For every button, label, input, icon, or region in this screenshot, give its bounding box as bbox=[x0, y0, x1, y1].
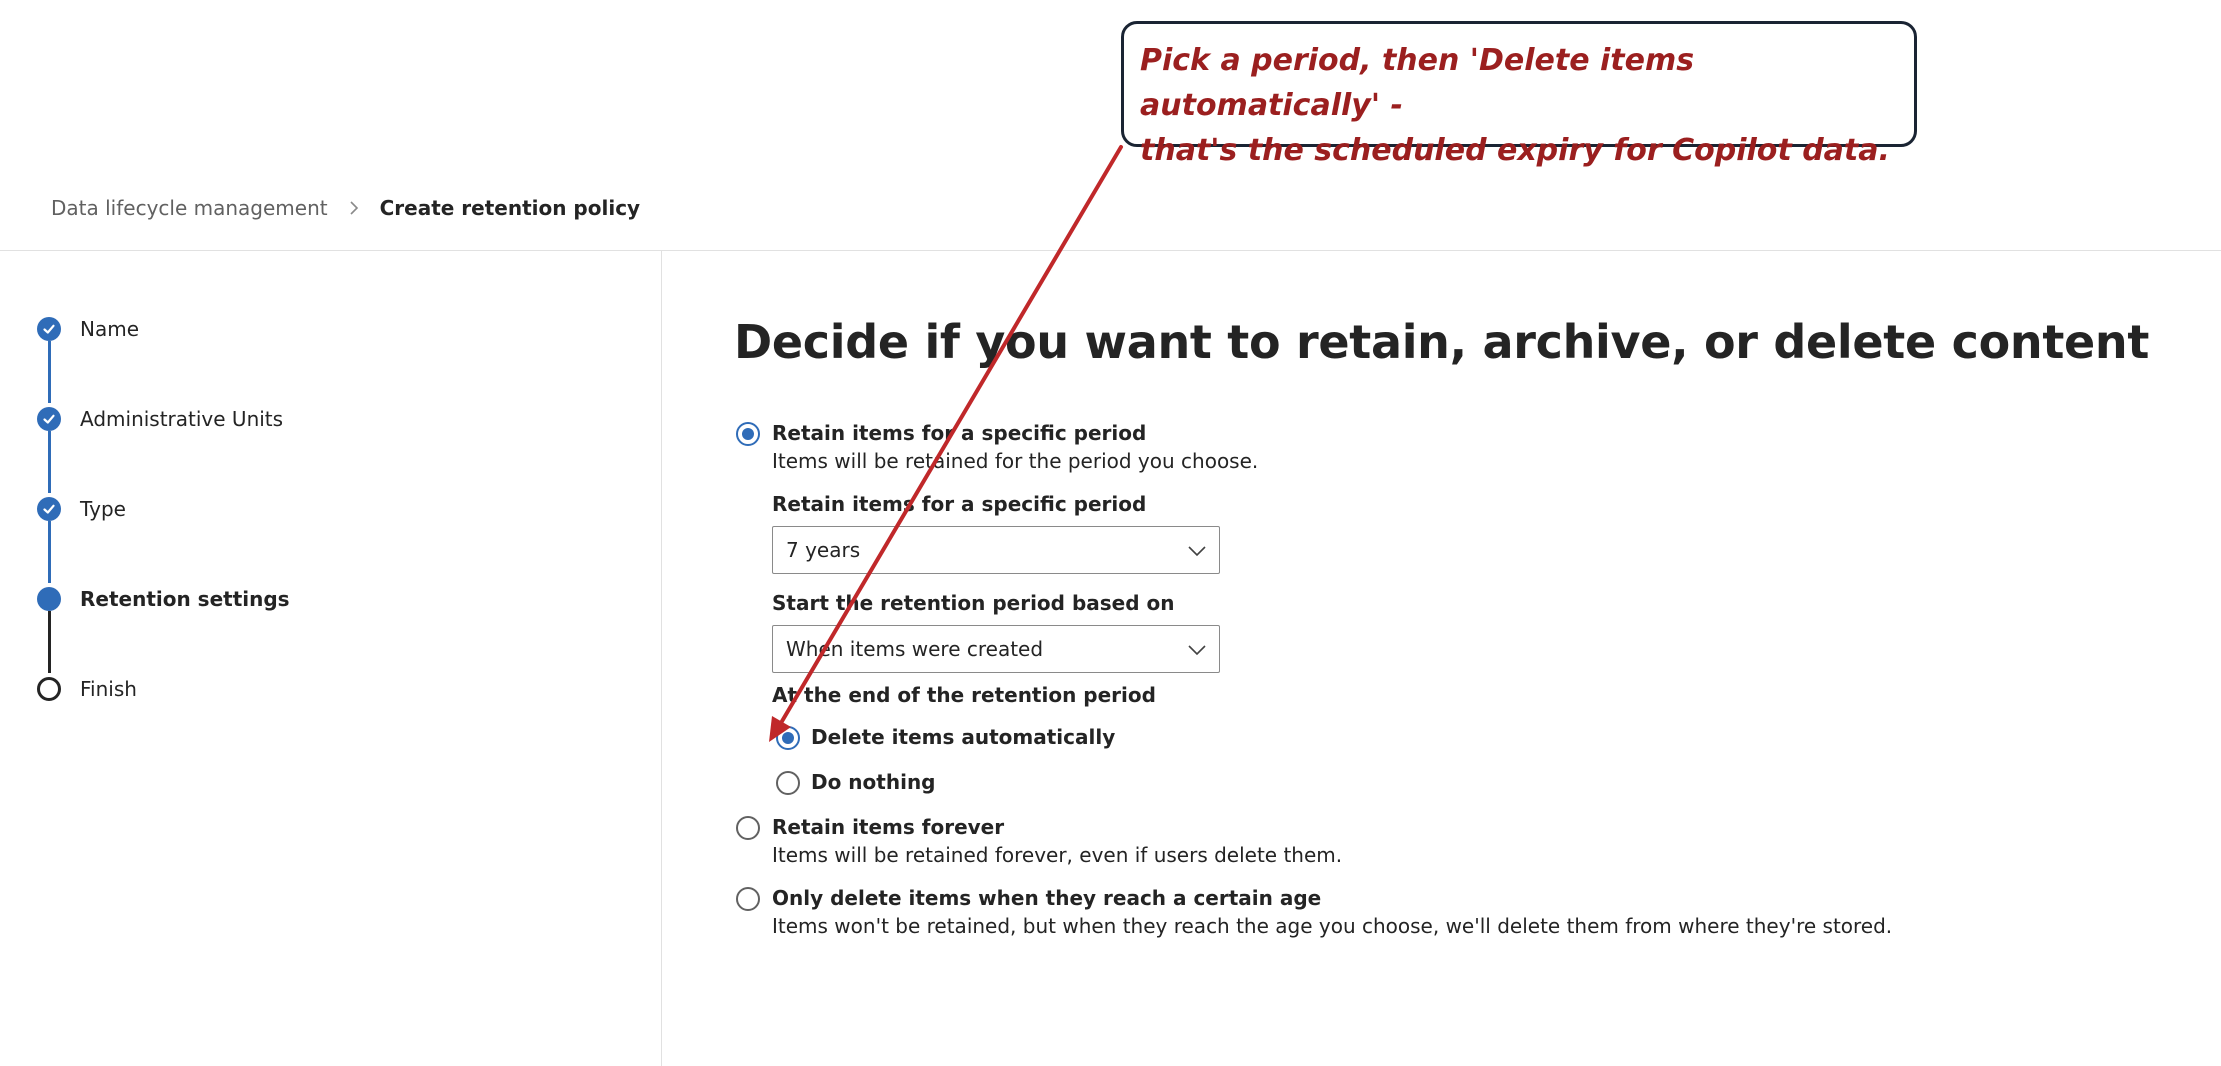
start-period-field-label: Start the retention period based on bbox=[772, 591, 1175, 615]
breadcrumb-current: Create retention policy bbox=[379, 196, 641, 220]
retain-forever-label[interactable]: Retain items forever bbox=[772, 814, 1004, 840]
delete-only-label[interactable]: Only delete items when they reach a cert… bbox=[772, 885, 1321, 911]
do-nothing-radio[interactable] bbox=[776, 771, 800, 795]
breadcrumb-parent-link[interactable]: Data lifecycle management bbox=[51, 196, 328, 220]
chevron-down-icon bbox=[1188, 645, 1206, 656]
step-completed-check-icon bbox=[37, 407, 61, 431]
step-connector bbox=[48, 341, 51, 403]
chevron-down-icon bbox=[1188, 546, 1206, 557]
annotation-line-2: that's the scheduled expiry for Copilot … bbox=[1140, 133, 1890, 168]
delete-only-radio[interactable] bbox=[736, 887, 760, 911]
header-divider bbox=[0, 250, 2221, 251]
retain-forever-radio[interactable] bbox=[736, 816, 760, 840]
retention-period-dropdown[interactable]: 7 years bbox=[772, 526, 1220, 574]
sidebar-divider bbox=[661, 251, 662, 1066]
retention-period-value: 7 years bbox=[786, 538, 861, 562]
step-connector bbox=[48, 521, 51, 583]
step-type[interactable]: Type bbox=[80, 496, 126, 522]
step-connector bbox=[48, 611, 51, 673]
step-retention-settings: Retention settings bbox=[80, 587, 290, 611]
do-nothing-label[interactable]: Do nothing bbox=[811, 769, 936, 795]
annotation-line-1: Pick a period, then 'Delete items automa… bbox=[1140, 43, 1695, 123]
start-period-dropdown[interactable]: When items were created bbox=[772, 625, 1220, 673]
end-of-period-label: At the end of the retention period bbox=[772, 683, 1156, 707]
step-pending-circle-icon bbox=[37, 677, 61, 701]
step-completed-check-icon bbox=[37, 317, 61, 341]
chevron-right-icon bbox=[348, 199, 360, 217]
step-finish: Finish bbox=[80, 677, 137, 701]
step-name[interactable]: Name bbox=[80, 316, 139, 342]
step-current-dot-icon bbox=[37, 587, 61, 611]
step-completed-check-icon bbox=[37, 497, 61, 521]
step-connector bbox=[48, 431, 51, 493]
delete-automatically-radio[interactable] bbox=[776, 726, 800, 750]
breadcrumb: Data lifecycle management Create retenti… bbox=[51, 193, 640, 223]
retain-specific-period-description: Items will be retained for the period yo… bbox=[772, 449, 1259, 473]
delete-only-description: Items won't be retained, but when they r… bbox=[772, 914, 1893, 938]
retention-period-field-label: Retain items for a specific period bbox=[772, 492, 1147, 516]
page: Data lifecycle management Create retenti… bbox=[0, 0, 2221, 1066]
page-title: Decide if you want to retain, archive, o… bbox=[734, 315, 2150, 369]
retain-forever-description: Items will be retained forever, even if … bbox=[772, 843, 1343, 867]
retain-specific-period-radio[interactable] bbox=[736, 422, 760, 446]
step-administrative-units[interactable]: Administrative Units bbox=[80, 406, 283, 432]
start-period-value: When items were created bbox=[786, 637, 1044, 661]
annotation-callout: Pick a period, then 'Delete items automa… bbox=[1121, 21, 1917, 168]
retain-specific-period-label[interactable]: Retain items for a specific period bbox=[772, 420, 1146, 446]
delete-automatically-label[interactable]: Delete items automatically bbox=[811, 724, 1115, 750]
